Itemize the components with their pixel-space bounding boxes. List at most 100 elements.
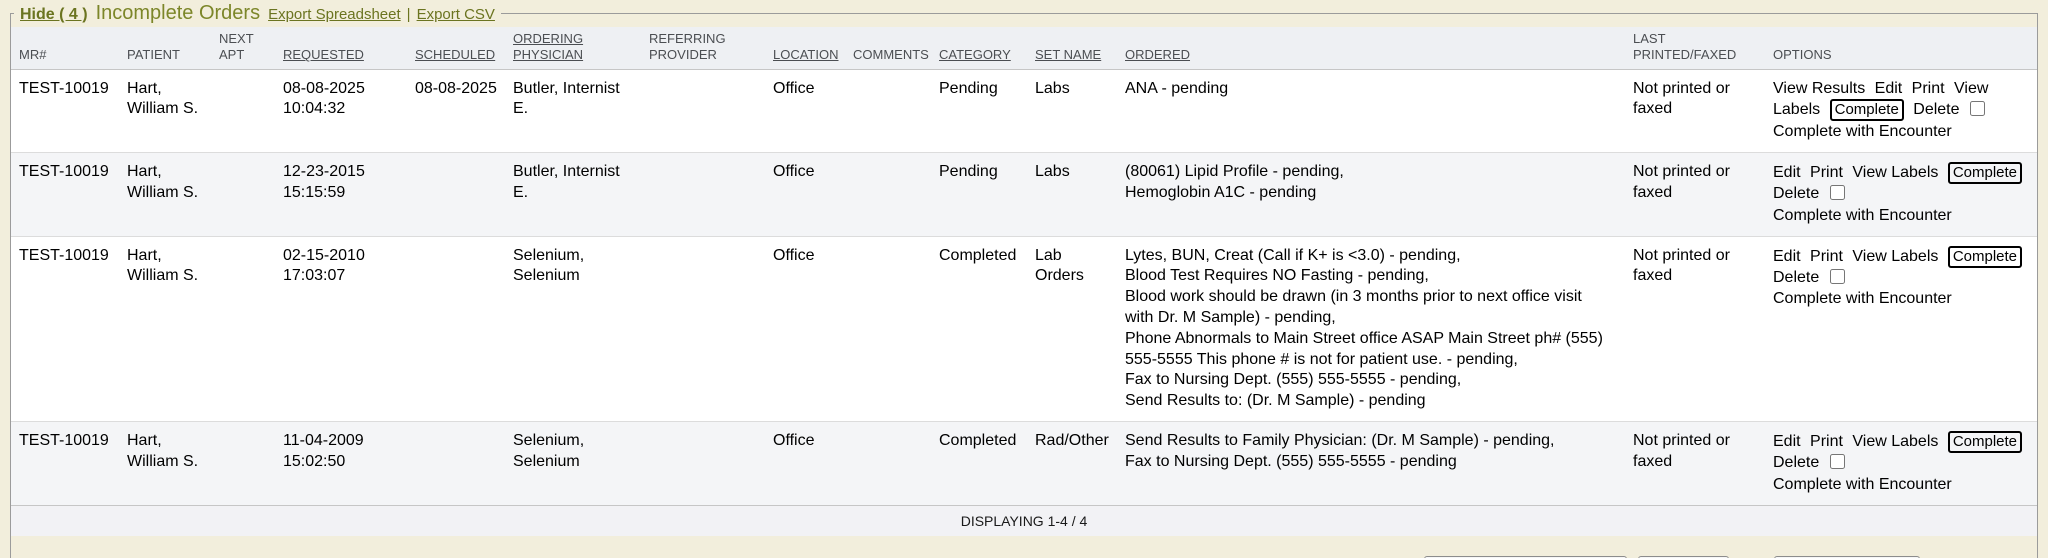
export-csv-link[interactable]: Export CSV (417, 6, 495, 23)
complete-button[interactable]: Complete (1830, 99, 1904, 121)
cell-referring-provider (641, 69, 765, 153)
cell-next-apt (211, 422, 275, 506)
edit-link[interactable]: Edit (1773, 248, 1801, 265)
sort-set-name-link[interactable]: SET NAME (1035, 47, 1101, 62)
cell-mr: TEST-10019 (11, 69, 119, 153)
cell-patient: Hart, William S. (119, 422, 211, 506)
cell-requested: 11-04-2009 15:02:50 (275, 422, 407, 506)
column-header-options: OPTIONS (1765, 27, 2037, 69)
complete-with-encounter-link[interactable]: Complete with Encounter (1773, 475, 2031, 496)
edit-link[interactable]: Edit (1773, 433, 1801, 450)
cell-category: Completed (931, 422, 1027, 506)
cell-mr: TEST-10019 (11, 236, 119, 421)
cell-set-name: Rad/Other (1027, 422, 1117, 506)
column-header-next-apt: NEXT APT (211, 27, 275, 69)
complete-button[interactable]: Complete (1948, 162, 2022, 184)
view-results-link[interactable]: View Results (1773, 80, 1865, 97)
cell-requested: 08-08-2025 10:04:32 (275, 69, 407, 153)
sort-ordering-physician-link[interactable]: ORDERING PHYSICIAN (513, 31, 583, 62)
cell-last-printed-faxed: Not printed or faxed (1625, 236, 1765, 421)
cell-ordering-physician: Butler, Internist E. (505, 153, 641, 237)
view-labels-link[interactable]: View Labels (1852, 248, 1938, 265)
delete-link[interactable]: Delete (1773, 185, 1819, 202)
cell-ordering-physician: Butler, Internist E. (505, 69, 641, 153)
panel-header: Hide ( 4 ) Incomplete Orders Export Spread… (14, 2, 501, 25)
displaying-count: DISPLAYING 1-4 / 4 (11, 505, 2037, 536)
column-header-scheduled: SCHEDULED (407, 27, 505, 69)
table-row: TEST-10019 Hart, William S. 02-15-2010 1… (11, 236, 2037, 421)
cell-location: Office (765, 153, 845, 237)
print-link[interactable]: Print (1810, 248, 1843, 265)
column-header-set-name: SET NAME (1027, 27, 1117, 69)
cell-category: Completed (931, 236, 1027, 421)
column-header-ordered: ORDERED (1117, 27, 1625, 69)
cell-ordering-physician: Selenium, Selenium (505, 236, 641, 421)
column-header-referring-provider: REFERRING PROVIDER (641, 27, 765, 69)
order-checkbox[interactable] (1830, 185, 1845, 200)
cell-comments (845, 236, 931, 421)
cell-options: View Results Edit Print View Labels Comp… (1765, 69, 2037, 153)
order-checkbox[interactable] (1830, 454, 1845, 469)
column-header-patient: PATIENT (119, 27, 211, 69)
cell-patient: Hart, William S. (119, 69, 211, 153)
export-spreadsheet-link[interactable]: Export Spreadsheet (268, 6, 401, 23)
link-separator: | (407, 6, 411, 23)
order-checkbox[interactable] (1970, 101, 1985, 116)
print-link[interactable]: Print (1810, 164, 1843, 181)
cell-ordered: Send Results to Family Physician: (Dr. M… (1117, 422, 1625, 506)
cell-location: Office (765, 236, 845, 421)
column-header-mr: MR# (11, 27, 119, 69)
complete-with-encounter-link[interactable]: Complete with Encounter (1773, 122, 2031, 143)
cell-patient: Hart, William S. (119, 153, 211, 237)
complete-button[interactable]: Complete (1948, 431, 2022, 453)
edit-link[interactable]: Edit (1773, 164, 1801, 181)
cell-set-name: Lab Orders (1027, 236, 1117, 421)
cell-last-printed-faxed: Not printed or faxed (1625, 422, 1765, 506)
cell-category: Pending (931, 153, 1027, 237)
order-checkbox[interactable] (1830, 269, 1845, 284)
table-row: TEST-10019 Hart, William S. 08-08-2025 1… (11, 69, 2037, 153)
column-header-comments: COMMENTS (845, 27, 931, 69)
complete-with-encounter-link[interactable]: Complete with Encounter (1773, 289, 2031, 310)
hide-link[interactable]: Hide ( 4 ) (20, 6, 88, 23)
cell-referring-provider (641, 422, 765, 506)
cell-next-apt (211, 236, 275, 421)
incomplete-orders-table: MR# PATIENT NEXT APT REQUESTED SCHEDULED… (11, 27, 2037, 536)
cell-options: Edit Print View Labels Complete Delete C… (1765, 153, 2037, 237)
cell-scheduled (407, 153, 505, 237)
table-footer-row: DISPLAYING 1-4 / 4 (11, 505, 2037, 536)
cell-scheduled: 08-08-2025 (407, 69, 505, 153)
sort-ordered-link[interactable]: ORDERED (1125, 47, 1190, 62)
cell-ordered: ANA - pending (1117, 69, 1625, 153)
cell-comments (845, 422, 931, 506)
column-header-ordering-physician: ORDERING PHYSICIAN (505, 27, 641, 69)
print-link[interactable]: Print (1810, 433, 1843, 450)
print-link[interactable]: Print (1912, 80, 1945, 97)
cell-scheduled (407, 422, 505, 506)
cell-referring-provider (641, 236, 765, 421)
complete-with-encounter-link[interactable]: Complete with Encounter (1773, 206, 2031, 227)
view-labels-link[interactable]: View Labels (1852, 164, 1938, 181)
sort-category-link[interactable]: CATEGORY (939, 47, 1011, 62)
delete-link[interactable]: Delete (1913, 101, 1959, 118)
table-row: TEST-10019 Hart, William S. 11-04-2009 1… (11, 422, 2037, 506)
view-labels-link[interactable]: View Labels (1852, 433, 1938, 450)
sort-scheduled-link[interactable]: SCHEDULED (415, 47, 495, 62)
incomplete-orders-panel: Hide ( 4 ) Incomplete Orders Export Spread… (10, 2, 2038, 558)
table-header-row: MR# PATIENT NEXT APT REQUESTED SCHEDULED… (11, 27, 2037, 69)
panel-title: Incomplete Orders (96, 2, 261, 24)
actions-bar: Complete with Encounter Check All ? Comp… (11, 536, 2037, 558)
cell-referring-provider (641, 153, 765, 237)
edit-link[interactable]: Edit (1875, 80, 1903, 97)
cell-requested: 12-23-2015 15:15:59 (275, 153, 407, 237)
complete-button[interactable]: Complete (1948, 246, 2022, 268)
delete-link[interactable]: Delete (1773, 269, 1819, 286)
cell-location: Office (765, 69, 845, 153)
table-row: TEST-10019 Hart, William S. 12-23-2015 1… (11, 153, 2037, 237)
delete-link[interactable]: Delete (1773, 454, 1819, 471)
cell-patient: Hart, William S. (119, 236, 211, 421)
cell-mr: TEST-10019 (11, 153, 119, 237)
cell-next-apt (211, 69, 275, 153)
sort-requested-link[interactable]: REQUESTED (283, 47, 364, 62)
sort-location-link[interactable]: LOCATION (773, 47, 839, 62)
